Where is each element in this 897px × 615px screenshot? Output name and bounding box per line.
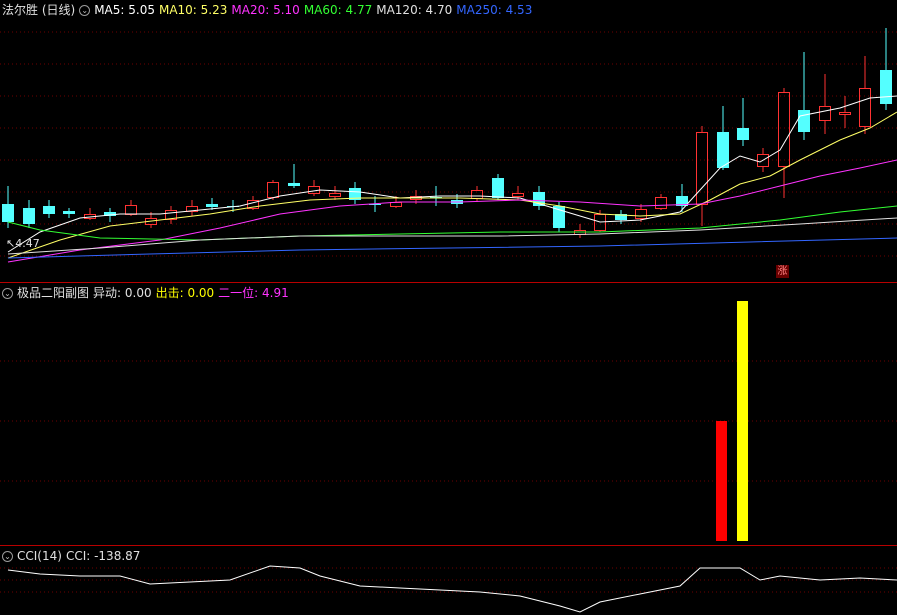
ma60-label: MA60: 4.77 xyxy=(303,3,373,17)
candle-body-up xyxy=(390,202,402,207)
sub-indicator-header: ⌄ 极品二阳副图 异动: 0.00 出击: 0.00 二一位: 4.91 xyxy=(2,286,293,300)
cci-header: ⌄ CCI(14) CCI: -138.87 xyxy=(2,549,144,563)
chevron-down-icon[interactable]: ⌄ xyxy=(2,551,13,562)
ma5-line xyxy=(7,95,897,253)
sub-indicator-panel[interactable]: ⌄ 极品二阳副图 异动: 0.00 出击: 0.00 二一位: 4.91 xyxy=(0,282,897,546)
main-chart-header: 法尔胜 (日线) ⌄ MA5: 5.05 MA10: 5.23 MA20: 5.10 MA… xyxy=(2,3,536,17)
ma10-label: MA10: 5.23 xyxy=(158,3,228,17)
eryiwei-label: 二一位: 4.91 xyxy=(218,286,289,300)
cci-panel[interactable]: ⌄ CCI(14) CCI: -138.87 xyxy=(0,545,897,615)
candle-body-down xyxy=(737,128,749,140)
candle-body-up xyxy=(655,197,667,209)
candle-body-up xyxy=(696,132,708,205)
candle-body-down xyxy=(206,204,218,207)
candle-body-down xyxy=(492,178,504,198)
sub-title: 极品二阳副图 xyxy=(17,286,90,300)
main-chart-panel[interactable]: 法尔胜 (日线) ⌄ MA5: 5.05 MA10: 5.23 MA20: 5.10 MA… xyxy=(0,0,897,282)
chevron-down-icon[interactable]: ⌄ xyxy=(79,5,91,16)
ma20-line xyxy=(7,159,897,263)
candle-body-up xyxy=(778,92,790,167)
yidong-bar xyxy=(716,421,727,541)
sub-indicator-chart[interactable] xyxy=(0,283,897,546)
yidong-label: 异动: 0.00 xyxy=(93,286,152,300)
candle-body-down xyxy=(2,204,14,222)
candlestick-chart[interactable] xyxy=(0,0,897,282)
candle-body-up xyxy=(125,205,137,215)
cci-line xyxy=(7,565,897,613)
stock-title: 法尔胜 (日线) xyxy=(2,3,76,17)
candle-body-up xyxy=(329,193,341,197)
limit-up-badge: 涨 xyxy=(776,265,789,278)
chuji-bar xyxy=(737,301,748,541)
candle-body-down xyxy=(43,206,55,214)
low-price-marker: ↖4.47 xyxy=(6,237,40,250)
candle-body-up xyxy=(267,182,279,198)
candle-body-down xyxy=(880,70,892,104)
candle-body-down xyxy=(717,132,729,168)
candle-body-up xyxy=(635,209,647,219)
chevron-down-icon[interactable]: ⌄ xyxy=(2,288,13,299)
ma120-label: MA120: 4.70 xyxy=(376,3,453,17)
candle-body-up xyxy=(819,106,831,121)
ma20-label: MA20: 5.10 xyxy=(231,3,300,17)
ma250-line xyxy=(7,237,897,259)
cci-value: CCI: -138.87 xyxy=(65,549,141,563)
candle-body-up xyxy=(839,112,851,115)
candle-body-up xyxy=(859,88,871,127)
candle-body-down xyxy=(288,183,300,186)
ma120-line xyxy=(7,217,897,255)
candle-body-down xyxy=(23,208,35,224)
ma5-label: MA5: 5.05 xyxy=(94,3,155,17)
candle-body-down xyxy=(798,110,810,132)
ma250-label: MA250: 4.53 xyxy=(456,3,533,17)
chuji-label: 出击: 0.00 xyxy=(155,286,215,300)
candle-body-down xyxy=(63,211,75,214)
ma60-line xyxy=(7,205,897,241)
cci-title: CCI(14) xyxy=(17,549,62,563)
candle-body-up xyxy=(512,193,524,197)
